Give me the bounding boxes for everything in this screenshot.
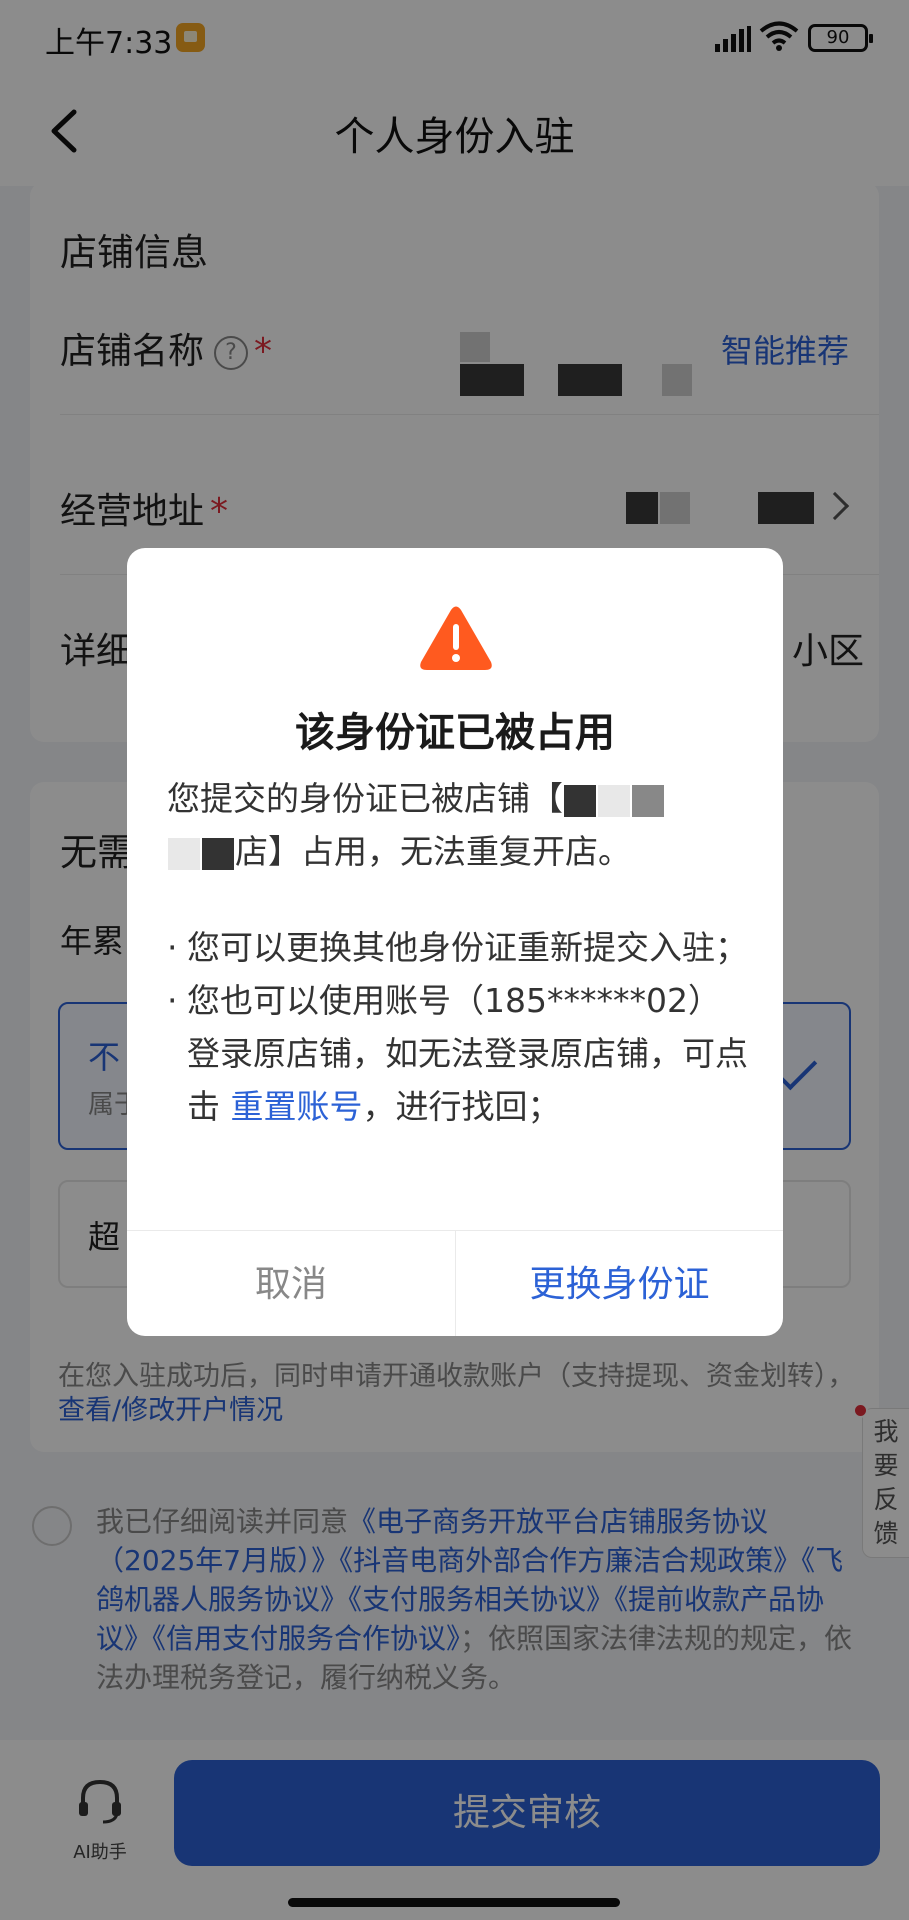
dialog-title: 该身份证已被占用 — [295, 710, 615, 756]
dialog-body: 您提交的身份证已被店铺【 店】占用，无法重复开店。 您可以更换其他身份证重新提交… — [167, 772, 752, 1133]
dialog-line: 您提交的身份证已被店铺【 — [167, 772, 752, 825]
redacted-store-name — [564, 784, 596, 817]
dialog-line: 店】占用，无法重复开店。 — [167, 825, 752, 878]
cancel-button[interactable]: 取消 — [127, 1231, 455, 1336]
reset-account-link[interactable]: 重置账号 — [231, 1087, 363, 1126]
dialog-bullet-1: 您可以更换其他身份证重新提交入驻； — [167, 921, 752, 974]
dialog-bullet-2: 您也可以使用账号（185******02）登录原店铺，如无法登录原店铺，可点击 … — [167, 974, 752, 1133]
dialog-line2: 店】占用，无法重复开店。 — [235, 832, 631, 871]
redacted-store-name — [202, 837, 234, 870]
dialog-footer: 取消 更换身份证 — [127, 1230, 783, 1336]
dialog-bullet2-suffix: ，进行找回； — [362, 1087, 561, 1126]
dialog-line1: 您提交的身份证已被店铺【 — [167, 779, 563, 818]
change-id-button[interactable]: 更换身份证 — [455, 1231, 783, 1336]
warning-icon — [420, 606, 492, 670]
redacted-store-name — [168, 837, 200, 870]
id-occupied-dialog: 该身份证已被占用 您提交的身份证已被店铺【 店】占用，无法重复开店。 您可以更换… — [127, 548, 783, 1336]
redacted-store-name — [598, 784, 630, 817]
redacted-store-name — [632, 784, 664, 817]
